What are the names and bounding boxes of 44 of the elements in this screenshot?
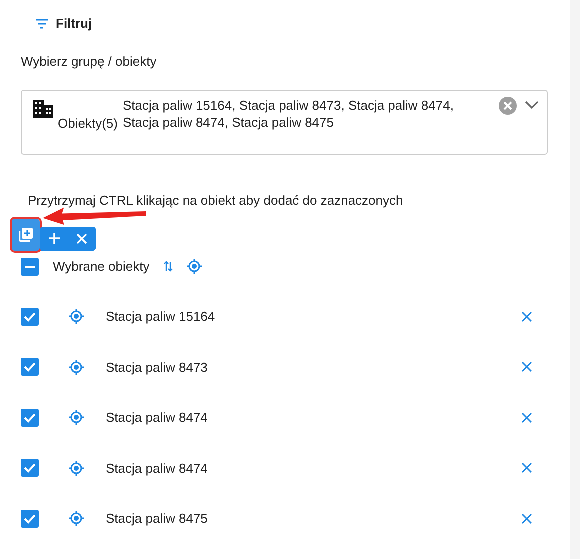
locate-icon[interactable] — [69, 511, 84, 526]
close-icon[interactable] — [522, 412, 532, 423]
object-name: Stacja paliw 15164 — [106, 308, 216, 326]
field-label: Wybierz grupę / obiekty — [21, 52, 158, 71]
check-icon — [24, 312, 36, 322]
object-name: Stacja paliw 8474 — [106, 460, 208, 478]
minus-icon — [25, 266, 35, 268]
close-icon — [77, 234, 87, 244]
hint-text: Przytrzymaj CTRL klikając na obiekt aby dodać do zaznaczonych — [28, 192, 404, 210]
checkbox[interactable] — [21, 408, 39, 427]
locate-icon[interactable] — [69, 309, 84, 324]
list-header: Wybrane obiekty — [53, 258, 150, 276]
plus-icon — [48, 233, 60, 244]
object-name: Stacja paliw 8475 — [106, 510, 208, 528]
object-name: Stacja paliw 8473 — [106, 358, 208, 377]
object-name: Stacja paliw 8474 — [106, 409, 208, 427]
select-all-checkbox[interactable] — [21, 258, 39, 276]
close-icon[interactable] — [522, 514, 532, 524]
checkbox[interactable] — [21, 459, 39, 478]
close-icon[interactable] — [522, 312, 532, 322]
add-copy-button[interactable] — [12, 218, 40, 250]
filter-icon — [36, 18, 48, 29]
locate-icon[interactable] — [69, 410, 84, 426]
locate-icon[interactable] — [186, 259, 202, 274]
building-icon — [33, 100, 53, 118]
check-icon — [24, 362, 36, 372]
locate-icon[interactable] — [69, 360, 84, 375]
chevron-down-icon[interactable] — [525, 101, 539, 109]
add-copy-icon — [19, 228, 33, 242]
sort-icon[interactable] — [164, 261, 173, 272]
check-icon — [24, 514, 36, 524]
clear-icon[interactable] — [499, 97, 517, 115]
filter-title: Filtruj — [56, 15, 92, 33]
check-icon — [24, 463, 36, 474]
check-icon — [24, 412, 36, 423]
checkbox[interactable] — [21, 510, 39, 528]
checkbox[interactable] — [21, 358, 39, 376]
multiselect-field[interactable]: Obiekty(5) Stacja paliw 15164, Stacja paliw 8473, Stacja paliw 8474, Stacja paliw 8474, Stacja paliw 8475 — [21, 90, 548, 155]
selected-values: Stacja paliw 15164, Stacja paliw 8473, Stacja paliw 8474, Stacja paliw 8474, Stacja paliw 8475 — [122, 97, 455, 132]
select-prefix: Obiekty(5) — [58, 115, 118, 131]
close-icon[interactable] — [522, 362, 532, 372]
locate-icon[interactable] — [69, 460, 84, 476]
close-icon[interactable] — [522, 463, 532, 474]
checkbox[interactable] — [21, 308, 39, 326]
